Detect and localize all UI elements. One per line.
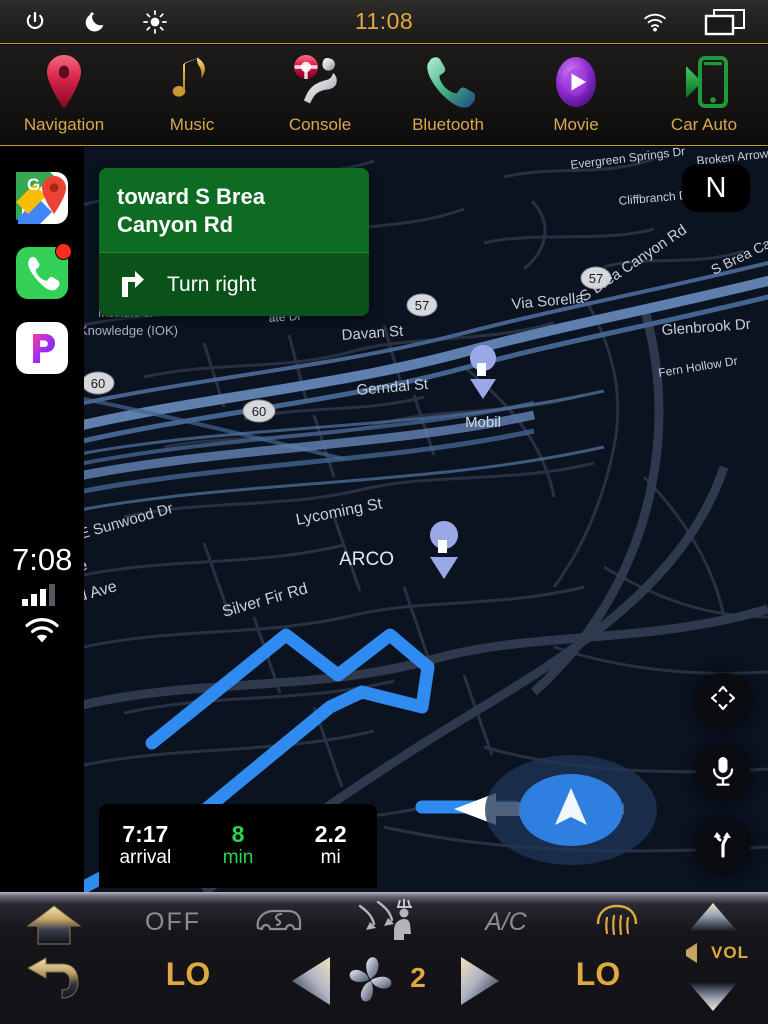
tab-movie[interactable]: Movie [512, 45, 640, 145]
map-pin-icon [42, 51, 86, 113]
recirculation-icon[interactable] [252, 904, 304, 938]
tab-navigation[interactable]: Navigation [0, 45, 128, 145]
volume-label: VOL [711, 943, 749, 962]
infotainment-screen: 11:08 Navigation Music Console Bluetooth… [0, 0, 768, 1024]
svg-text:60: 60 [91, 376, 105, 391]
eta-duration: 8 min [192, 820, 285, 871]
svg-text:G: G [27, 175, 40, 194]
google-maps-app[interactable]: G [16, 172, 68, 224]
phone-handset-icon [421, 51, 475, 113]
fan-speed-icon[interactable] [346, 954, 396, 1006]
eta-card[interactable]: 7:17 arrival 8 min 2.2 mi [99, 804, 377, 888]
tab-bluetooth[interactable]: Bluetooth [384, 45, 512, 145]
compass-button[interactable]: N [682, 164, 750, 212]
tab-music[interactable]: Music [128, 45, 256, 145]
maneuver-label: Turn right [167, 272, 257, 296]
tab-label-console: Console [288, 115, 352, 134]
carplay-phone-icon [676, 51, 732, 113]
highway-shield-60-a: 60 [84, 371, 115, 395]
tab-label-car-auto: Car Auto [670, 115, 738, 134]
navigation-banner[interactable]: toward S Brea Canyon Rd Turn right [99, 168, 369, 317]
airflow-seat-icon[interactable] [356, 898, 416, 942]
navigation-maneuver: Turn right [99, 252, 369, 317]
tab-label-navigation: Navigation [23, 115, 105, 134]
svg-text:60: 60 [252, 404, 266, 419]
highway-shield-57-a: 57 [406, 293, 438, 317]
navigation-destination: toward S Brea Canyon Rd [99, 168, 369, 253]
status-bar-right-icons [642, 8, 746, 35]
rear-defrost-icon[interactable] [594, 902, 640, 936]
route-fork-icon [709, 830, 737, 863]
microphone-icon [710, 756, 736, 791]
tab-label-music: Music [169, 115, 215, 134]
volume-indicator [680, 940, 702, 966]
svg-text:ARCO: ARCO [339, 549, 394, 570]
volume-down-button[interactable] [686, 980, 740, 1014]
tab-car-auto[interactable]: Car Auto [640, 45, 768, 145]
pandora-app[interactable] [16, 322, 68, 374]
steering-wheel-seat-icon [289, 51, 351, 113]
fan-decrease-button[interactable] [288, 954, 336, 1008]
status-bar: 11:08 [0, 0, 768, 44]
destination-line-1: toward S Brea [117, 184, 265, 209]
eta-distance-value: 2.2 [314, 820, 347, 847]
recenter-pan-button[interactable] [696, 673, 750, 727]
four-way-arrows-icon [709, 684, 737, 717]
passenger-temperature[interactable]: LO [560, 950, 636, 998]
left-rail: G 7:08 [0, 147, 84, 1020]
eta-arrival-value: 7:17 [122, 820, 169, 847]
driver-temperature[interactable]: LO [150, 950, 226, 998]
eta-arrival-label: arrival [119, 847, 172, 869]
signal-strength-icon [22, 584, 62, 611]
play-circle-icon [550, 51, 602, 113]
eta-arrival: 7:17 arrival [99, 820, 192, 871]
music-note-icon [167, 51, 217, 113]
compass-heading-label: N [705, 171, 727, 204]
climate-control-bar: OFF A/C LO 2 LO VOL [0, 892, 768, 1024]
eta-distance-label: mi [320, 847, 341, 869]
svg-text:Mobil: Mobil [465, 414, 501, 431]
fan-increase-button[interactable] [455, 954, 503, 1008]
voice-search-button[interactable] [696, 746, 750, 800]
eta-duration-value: 8 [231, 820, 245, 847]
ac-label[interactable]: A/C [470, 904, 542, 940]
fan-speed-value: 2 [410, 962, 426, 993]
tab-console[interactable]: Console [256, 45, 384, 145]
multi-window-icon[interactable] [704, 8, 746, 35]
highway-shield-60-b: 60 [242, 399, 276, 423]
home-hard-button[interactable] [26, 904, 82, 948]
app-tab-bar: Navigation Music Console Bluetooth Movie… [0, 45, 768, 146]
eta-distance: 2.2 mi [284, 820, 377, 871]
back-hard-button[interactable] [26, 956, 82, 1002]
volume-up-button[interactable] [686, 900, 740, 934]
tab-label-movie: Movie [553, 115, 599, 134]
rail-clock: 7:08 [12, 542, 73, 577]
phone-notification-badge [55, 243, 72, 260]
map-label: Knowledge (IOK) [84, 323, 178, 338]
tab-label-bluetooth: Bluetooth [412, 115, 484, 134]
fan-mode-label[interactable]: OFF [138, 904, 208, 940]
destination-line-2: Canyon Rd [117, 212, 234, 238]
phone-app[interactable] [16, 243, 72, 299]
vehicle-marker [485, 755, 657, 865]
route-overview-button[interactable] [696, 819, 750, 873]
turn-right-arrow-icon [117, 267, 145, 302]
wifi-icon[interactable] [642, 9, 668, 35]
svg-text:57: 57 [415, 298, 429, 313]
eta-duration-label: min [222, 847, 254, 869]
rail-wifi-icon [24, 617, 60, 649]
